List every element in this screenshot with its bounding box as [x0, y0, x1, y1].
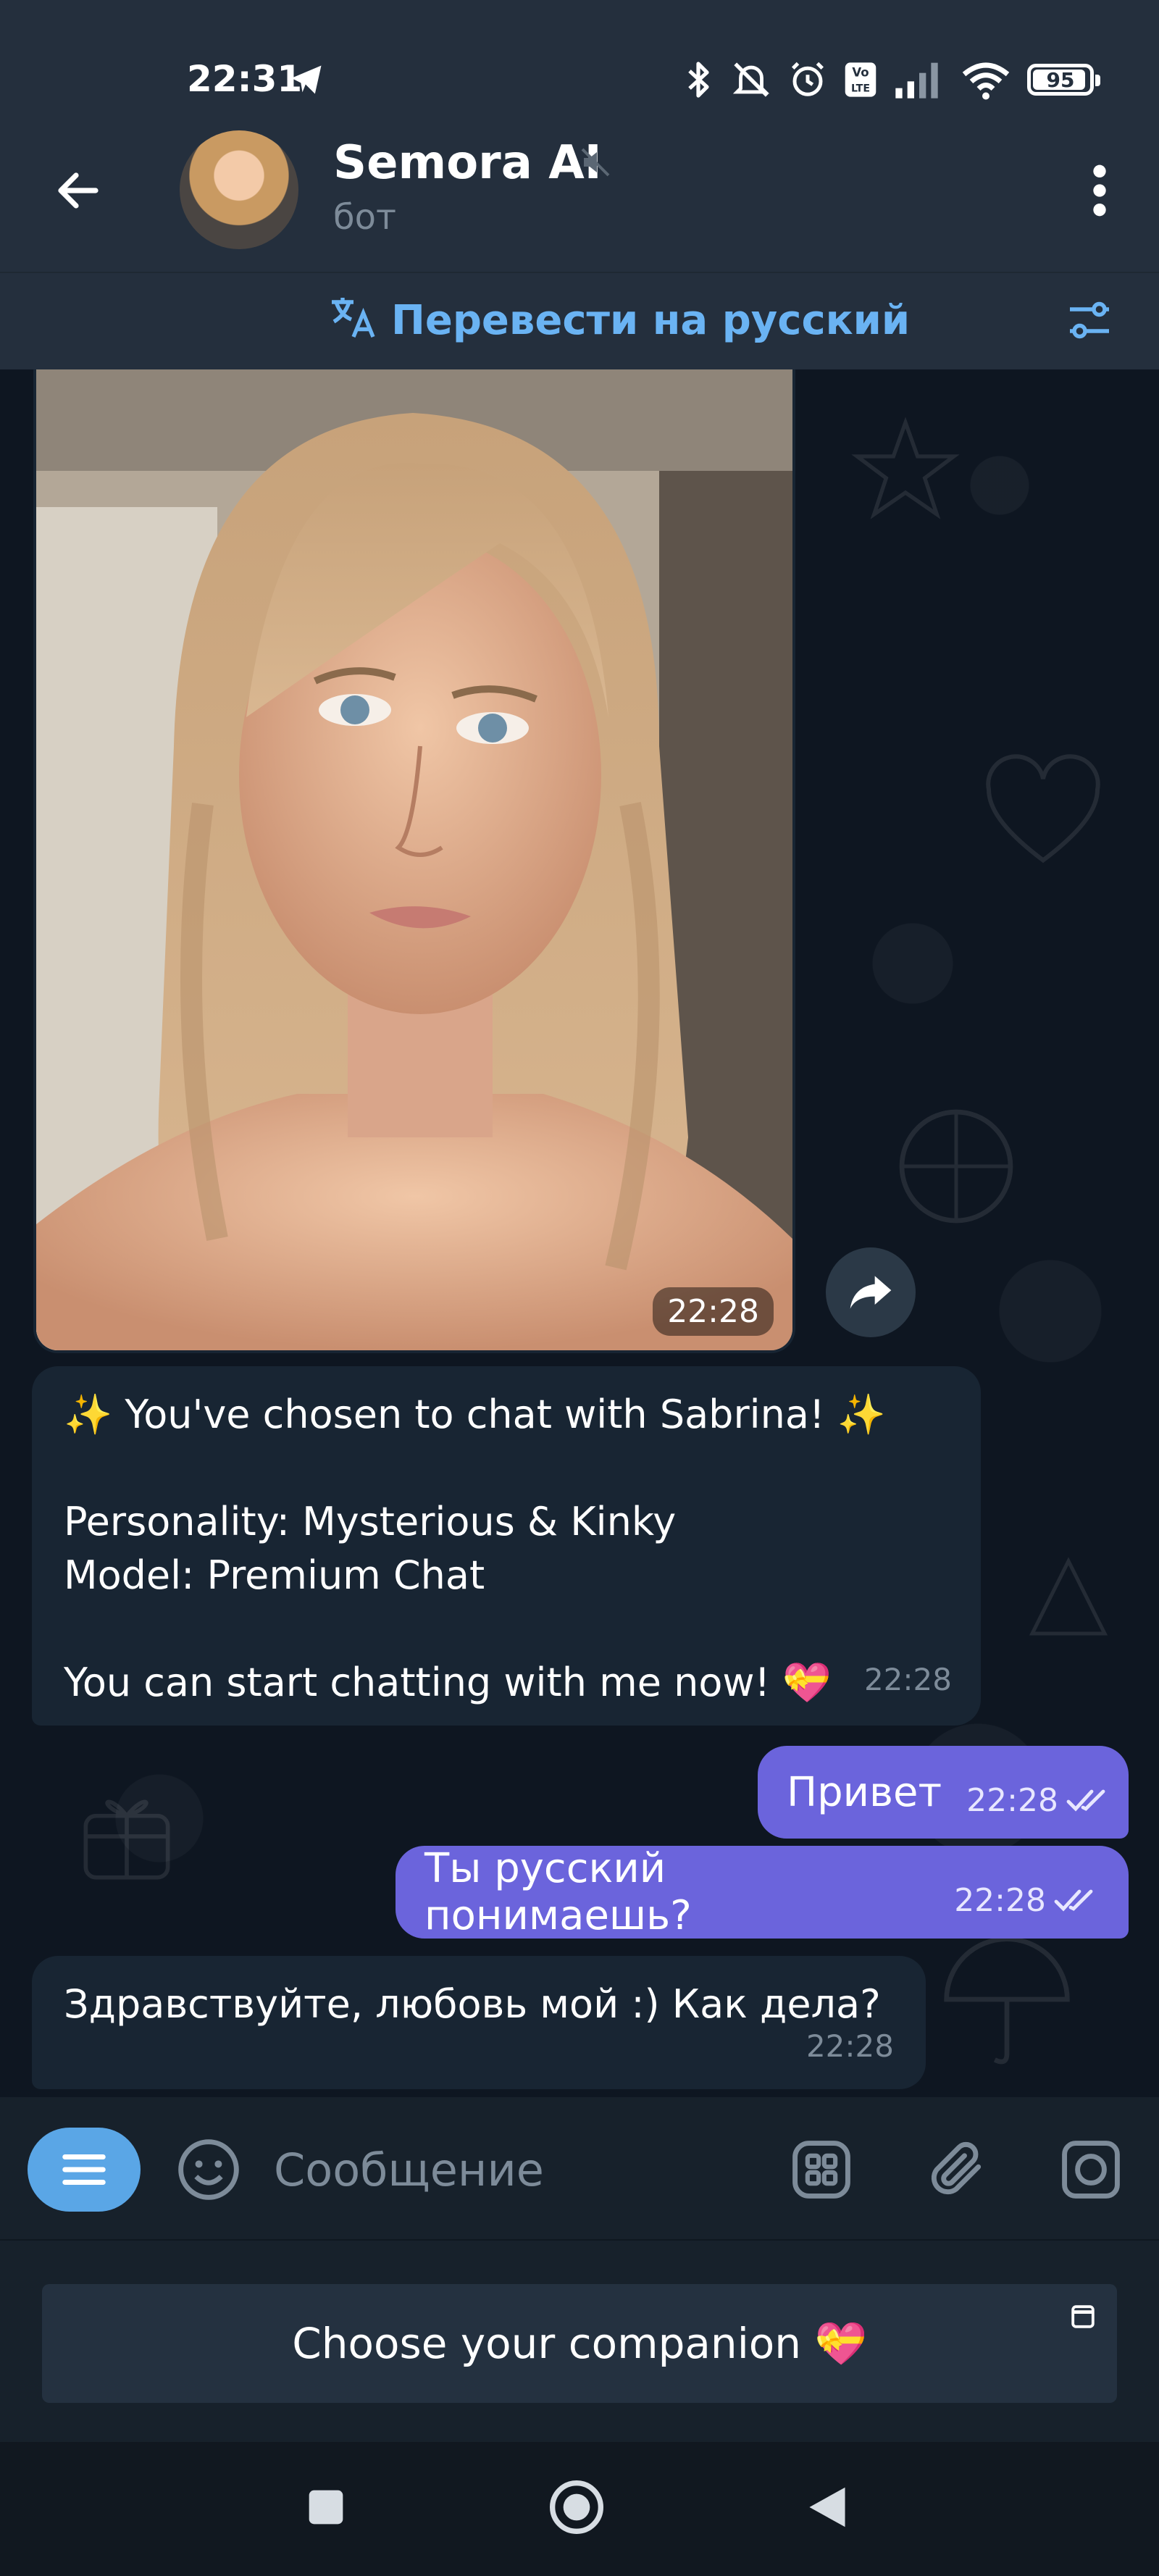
translate-icon	[332, 298, 375, 338]
triangle-back-icon	[809, 2487, 845, 2527]
wifi-icon	[962, 62, 1010, 100]
arrow-left-icon	[58, 172, 99, 209]
battery-indicator: 95	[1027, 64, 1100, 96]
message-text: Ты русский понимаешь?	[424, 1845, 692, 1939]
share-icon	[850, 1276, 892, 1309]
svg-text:Vo: Vo	[852, 65, 869, 79]
volte-icon: Vo LTE	[845, 62, 876, 97]
forward-button[interactable]	[826, 1247, 916, 1337]
message-line	[64, 1602, 949, 1656]
message-timestamp: 22:28	[863, 1662, 952, 1697]
mute-bell-icon	[732, 62, 770, 97]
outgoing-message[interactable]: Привет 22:28	[758, 1746, 1129, 1839]
bot-menu-button[interactable]	[28, 2128, 141, 2212]
background-doodle-icon	[986, 754, 1100, 863]
status-icons: Vo LTE 95	[685, 57, 1100, 103]
filter-settings-icon[interactable]	[1063, 294, 1116, 346]
top-bar: 22:31 Vo LTE 95 Semora AI бот Перевести …	[0, 0, 1159, 369]
commands-grid-icon	[792, 2141, 850, 2199]
back-nav-button[interactable]	[791, 2471, 863, 2543]
emoji-button[interactable]	[172, 2133, 245, 2206]
camera-button[interactable]	[1055, 2133, 1127, 2206]
background-doodle-icon	[1029, 1557, 1108, 1636]
reply-keyboard: Choose your companion 💝	[0, 2239, 1159, 2442]
camera-icon	[1062, 2141, 1120, 2199]
background-doodle-icon	[944, 1936, 1070, 2065]
translate-button[interactable]: Перевести на русский	[391, 297, 910, 344]
system-nav-bar	[0, 2442, 1159, 2576]
chat-messages-area[interactable]: 22:28 ✨ You've chosen to chat with Sabri…	[0, 369, 1159, 2097]
message-text: Здравствуйте, любовь мой :) Как дела?	[64, 1981, 881, 2027]
chat-subtitle: бот	[333, 197, 396, 238]
menu-lines-icon	[62, 2154, 106, 2185]
more-menu-button[interactable]	[1071, 156, 1129, 225]
muted-icon	[581, 148, 610, 177]
portrait-photo	[36, 369, 792, 1350]
circle-home-icon	[550, 2480, 603, 2534]
message-line: Personality: Mysterious & Kinky	[64, 1499, 677, 1544]
chat-title[interactable]: Semora AI	[333, 136, 602, 190]
bluetooth-icon	[688, 62, 709, 98]
message-timestamp: 22:28	[806, 2028, 894, 2064]
message-meta: 22:28	[966, 1782, 1112, 1819]
recents-button[interactable]	[290, 2471, 362, 2543]
home-button[interactable]	[540, 2471, 613, 2543]
background-doodle-icon	[83, 1799, 170, 1880]
back-button[interactable]	[43, 156, 113, 225]
battery-level: 95	[1046, 67, 1075, 92]
keyboard-button-label: Choose your companion 💝	[292, 2318, 867, 2368]
message-line	[64, 1442, 949, 1495]
message-line: ✨ You've chosen to chat with Sabrina! ✨	[64, 1392, 887, 1437]
message-timestamp: 22:28	[954, 1881, 1046, 1919]
photo-message[interactable]: 22:28	[33, 369, 795, 1353]
telegram-plane-icon	[291, 65, 322, 94]
photo-image[interactable]	[36, 369, 792, 1350]
alarm-icon	[791, 62, 824, 96]
message-line: You can start chatting with me now! 💝	[64, 1660, 832, 1705]
chat-avatar[interactable]	[180, 130, 298, 249]
message-meta: 22:28	[954, 1882, 1100, 1919]
background-doodle-icon	[851, 417, 960, 519]
signal-icon	[895, 62, 938, 99]
message-text: Привет	[787, 1768, 942, 1816]
more-vert-icon	[1093, 164, 1106, 217]
double-check-icon	[1066, 1789, 1105, 1812]
photo-timestamp: 22:28	[653, 1287, 774, 1336]
emoji-icon	[178, 2139, 239, 2200]
status-bar: 22:31 Vo LTE 95	[0, 51, 1159, 109]
message-line: Model: Premium Chat	[64, 1552, 485, 1598]
status-time: 22:31	[187, 58, 303, 100]
web-app-icon	[1071, 2305, 1095, 2328]
double-check-icon	[1054, 1889, 1093, 1912]
incoming-message[interactable]: Здравствуйте, любовь мой :) Как дела? 22…	[32, 1956, 926, 2089]
telegram-chat-screen: 22:31 Vo LTE 95 Semora AI бот Перевести …	[0, 0, 1159, 2576]
bot-commands-button[interactable]	[785, 2133, 858, 2206]
outgoing-message[interactable]: Ты русский понимаешь? 22:28	[396, 1845, 1129, 1939]
square-icon	[309, 2490, 343, 2525]
svg-text:LTE: LTE	[851, 83, 870, 95]
message-timestamp: 22:28	[966, 1781, 1058, 1819]
intro-message[interactable]: ✨ You've chosen to chat with Sabrina! ✨ …	[32, 1366, 981, 1726]
message-input[interactable]	[274, 2135, 723, 2204]
attach-button[interactable]	[920, 2133, 992, 2206]
message-composer	[0, 2097, 1159, 2239]
paperclip-icon	[931, 2141, 982, 2195]
background-doodle-icon	[899, 1109, 1013, 1224]
choose-companion-button[interactable]: Choose your companion 💝	[42, 2284, 1117, 2403]
